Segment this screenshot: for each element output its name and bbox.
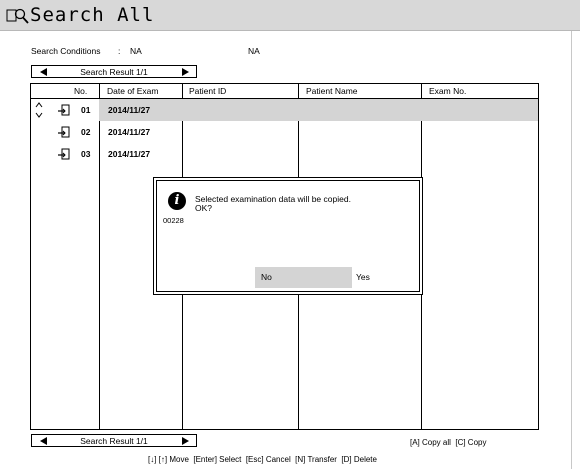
navigation-key-hint: [↓] [↑] Move [Enter] Select [Esc] Cancel… [148, 455, 377, 464]
search-conditions-label: Search Conditions [31, 46, 101, 56]
next-page-arrow-icon[interactable] [182, 68, 189, 76]
search-result-pager-bottom[interactable]: Search Result 1/1 [31, 434, 197, 447]
search-conditions-value-2: NA [248, 46, 260, 56]
row-exam-date: 2014/11/27 [108, 105, 151, 115]
table-row[interactable]: 02 2014/11/27 [31, 121, 538, 143]
search-result-page-label: Search Result 1/1 [80, 67, 148, 77]
column-header-no: No. [74, 86, 88, 96]
transfer-record-icon [58, 148, 70, 160]
message-code: 00228 [163, 216, 184, 225]
search-result-page-label: Search Result 1/1 [80, 436, 148, 446]
column-header-exam-no: Exam No. [429, 86, 467, 96]
row-number: 03 [81, 149, 91, 159]
row-number: 01 [81, 105, 91, 115]
right-scrollbar[interactable] [571, 31, 580, 469]
search-all-screen: Search All Search Conditions : NA NA Sea… [0, 0, 580, 469]
transfer-record-icon [58, 126, 70, 138]
dialog-frame: i 00228 Selected examination data will b… [156, 180, 420, 292]
row-exam-date: 2014/11/27 [108, 149, 151, 159]
transfer-record-icon [58, 104, 70, 116]
magnifier-person-icon [6, 8, 29, 24]
search-conditions-value-1: NA [130, 46, 142, 56]
info-icon: i [168, 192, 186, 210]
column-header-patient-name: Patient Name [306, 86, 358, 96]
table-row[interactable]: 01 2014/11/27 [31, 99, 538, 121]
search-conditions-colon: : [118, 46, 121, 56]
yes-button[interactable]: Yes [354, 267, 414, 288]
dialog-message: Selected examination data will be copied… [195, 194, 351, 204]
copy-key-hint: [A] Copy all [C] Copy [410, 438, 487, 447]
column-header-date: Date of Exam [107, 86, 159, 96]
row-exam-date: 2014/11/27 [108, 127, 151, 137]
scroll-up-down-icon[interactable] [35, 101, 43, 119]
dialog-question: OK? [195, 203, 213, 213]
page-title: Search All [30, 4, 155, 26]
next-page-arrow-icon[interactable] [182, 437, 189, 445]
no-button[interactable]: No [255, 267, 352, 288]
copy-confirmation-dialog: i 00228 Selected examination data will b… [153, 177, 423, 295]
title-bar: Search All [0, 0, 580, 31]
table-row[interactable]: 03 2014/11/27 [31, 143, 538, 165]
row-number: 02 [81, 127, 91, 137]
search-result-pager-top[interactable]: Search Result 1/1 [31, 65, 197, 78]
column-header-patient-id: Patient ID [189, 86, 227, 96]
